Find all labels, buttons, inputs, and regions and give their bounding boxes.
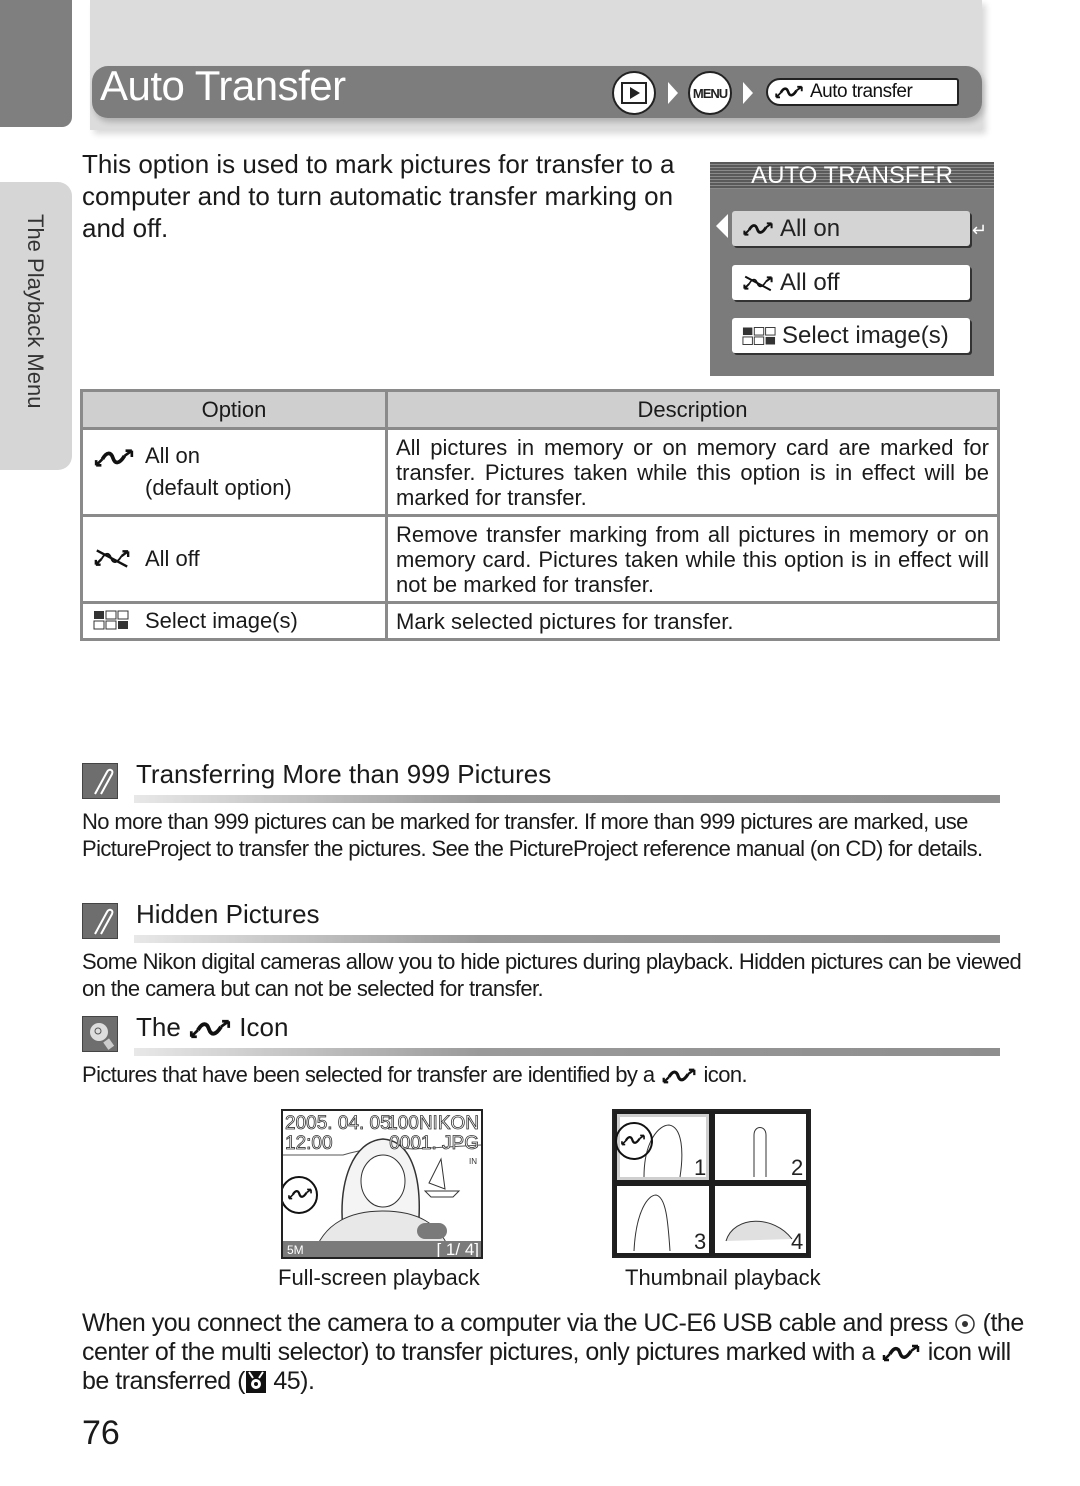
breadcrumb-label: Auto transfer [810, 81, 913, 102]
select-images-icon [742, 326, 776, 346]
menu-button: MENU [688, 71, 732, 115]
transfer-on-icon [881, 1343, 921, 1363]
transfer-on-icon [660, 1067, 698, 1085]
caption-thumbnail: Thumbnail playback [625, 1265, 821, 1290]
full-screen-playback-image: 2005. 04. 05 12:00 100NIKON 0001. JPG IN… [280, 1109, 483, 1259]
option-note: (default option) [145, 475, 292, 500]
auto-transfer-icon [774, 84, 804, 100]
breadcrumb-destination: Auto transfer [766, 78, 959, 106]
option-description: Remove transfer marking from all picture… [385, 514, 1000, 604]
camera-menu-screen: AUTO TRANSFER All on ↵ All off Select im… [710, 162, 994, 376]
option-name: All on [145, 443, 201, 468]
caption-full-screen: Full-screen playback [278, 1265, 480, 1290]
note-title: Hidden Pictures [136, 899, 320, 929]
select-images-icon [93, 610, 129, 630]
note-divider [134, 935, 1000, 943]
page-number: 76 [82, 1414, 120, 1452]
table-row: Select image(s) Mark selected pictures f… [80, 601, 1000, 641]
table-row: All on (default option) All pictures in … [80, 427, 1000, 517]
menu-label: MENU [692, 85, 728, 101]
column-header: Option [80, 389, 388, 430]
option-name: Select image(s) [145, 608, 298, 633]
camera-menu-item-all-off[interactable]: All off [732, 265, 970, 300]
page-title: Auto Transfer [100, 62, 346, 109]
note-title: Transferring More than 999 Pictures [136, 759, 552, 789]
table-header-row: Option Description [80, 389, 1000, 430]
note-divider [134, 795, 1000, 803]
time-readout: 12:00 [285, 1133, 333, 1154]
note-text: Some Nikon digital cameras allow you to … [82, 949, 1022, 1001]
folder-readout: 100NIKON [387, 1113, 479, 1134]
note-pencil-icon [82, 763, 118, 799]
transfer-paragraph: When you connect the camera to a compute… [82, 1309, 1024, 1395]
transfer-on-icon [188, 1018, 232, 1040]
column-header: Description [385, 389, 1000, 430]
ok-button-icon [955, 1314, 975, 1335]
thumbnail-playback-image: 1 2 3 4 [612, 1109, 811, 1258]
date-readout: 2005. 04. 05 [285, 1113, 391, 1134]
option-name: All off [145, 546, 200, 571]
thumbnail-number: 1 [694, 1155, 706, 1180]
thumbnail-number: 4 [791, 1229, 803, 1254]
transfer-off-icon [93, 547, 131, 569]
table-row: All off Remove transfer marking from all… [80, 514, 1000, 604]
transfer-on-icon [93, 447, 135, 469]
transfer-off-icon [742, 274, 774, 292]
file-readout: 0001. JPG [389, 1133, 479, 1154]
note-text: No more than 999 pictures can be marked … [82, 809, 983, 861]
chapter-tab-top [0, 0, 72, 127]
note-divider [134, 1048, 1000, 1056]
camera-menu-item-all-on[interactable]: All on [732, 211, 970, 246]
transfer-on-icon [742, 220, 774, 238]
page-reference-icon [245, 1371, 266, 1394]
option-description: All pictures in memory or on memory card… [385, 427, 1000, 517]
breadcrumb-arrow-icon [743, 82, 753, 104]
camera-menu-item-select-images[interactable]: Select image(s) [732, 318, 970, 353]
note-pencil-icon [82, 903, 118, 939]
intro-paragraph: This option is used to mark pictures for… [82, 149, 675, 243]
memory-indicator: IN [469, 1157, 477, 1166]
thumbnail-number: 3 [694, 1229, 706, 1254]
section-label: The Playback Menu [23, 214, 48, 409]
playback-button [612, 71, 656, 115]
breadcrumb-arrow-icon [668, 82, 678, 104]
image-size-readout: 5M [287, 1243, 304, 1257]
playback-icon [621, 82, 647, 104]
thumbnail-number: 2 [791, 1155, 803, 1180]
enter-icon: ↵ [972, 220, 988, 240]
camera-menu-title: AUTO TRANSFER [710, 162, 994, 189]
options-table: Option Description All on (default optio… [80, 389, 1000, 641]
frame-counter: [ 1/ 4] [436, 1240, 479, 1257]
note-title: The Icon [136, 1012, 289, 1042]
option-description: Mark selected pictures for transfer. [385, 601, 1000, 641]
left-arrow-icon [716, 214, 728, 238]
note-text: Pictures that have been selected for tra… [82, 1062, 748, 1087]
tip-bulb-icon [82, 1016, 118, 1052]
